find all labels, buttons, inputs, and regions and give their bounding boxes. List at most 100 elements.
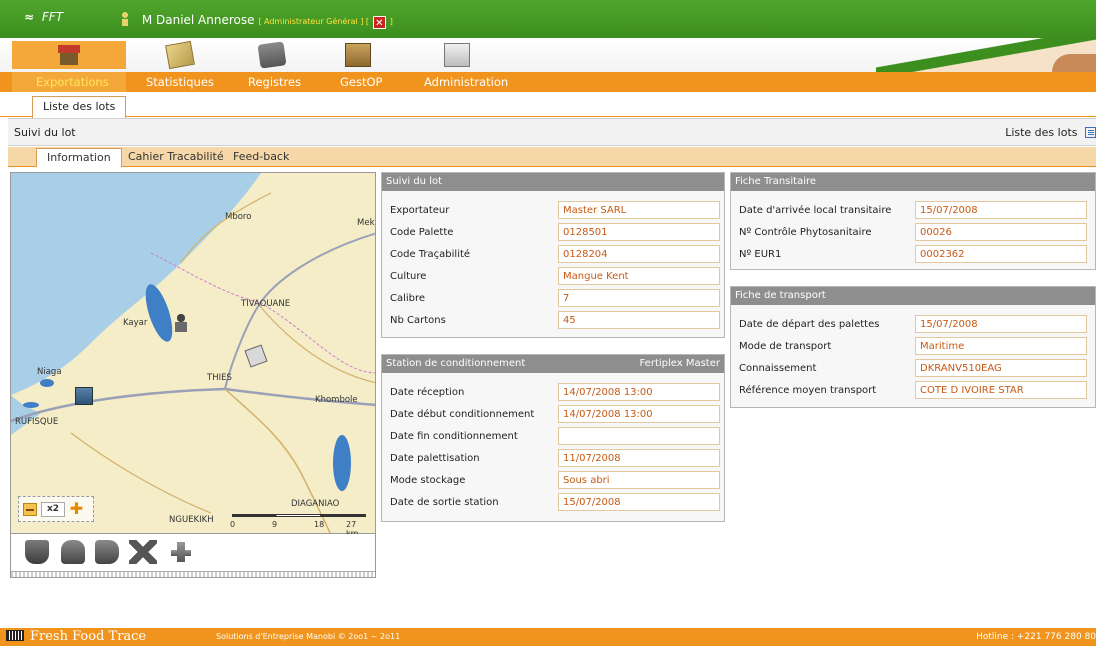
producer-marker-icon[interactable]: [171, 313, 191, 333]
module-gestop-icon-button[interactable]: [341, 41, 375, 69]
registers-icon: [257, 41, 287, 69]
panel-fiche-transitaire: Fiche Transitaire Date d'arrivée local t…: [730, 172, 1096, 270]
field-row: Date réception 14/07/2008 13:00: [390, 383, 732, 403]
field-value: 14/07/2008 13:00: [558, 405, 720, 423]
field-label: Culture: [390, 271, 427, 282]
field-value: 11/07/2008: [558, 449, 720, 467]
field-value: 15/07/2008: [915, 201, 1087, 219]
panel-station-title: Station de conditionnement: [386, 358, 526, 369]
app-logo[interactable]: ≈ FFT: [24, 10, 63, 24]
logout-close-icon[interactable]: ✕: [372, 16, 386, 29]
map-extent-tool-icon[interactable]: [129, 540, 157, 564]
module-statistiques-icon-button[interactable]: [163, 40, 197, 70]
map-canvas: [11, 173, 375, 533]
map-pan-tool-icon[interactable]: [25, 540, 49, 564]
module-administration-icon-button[interactable]: [440, 41, 474, 69]
map-toolbar-separator: [11, 571, 375, 577]
map-label-niaga: Niaga: [37, 367, 62, 377]
tab-cahier-tracabilite[interactable]: Cahier Tracabilité: [128, 150, 224, 163]
field-value: 15/07/2008: [915, 315, 1087, 333]
lot-list-link-label: Liste des lots: [1005, 126, 1078, 139]
field-label: Nº Contrôle Phytosanitaire: [739, 227, 872, 238]
user-role: [ Administrateur Général ] [: [258, 17, 370, 26]
field-value: 0002362: [915, 245, 1087, 263]
ocean-area: [11, 173, 261, 395]
map-zoom-out-tool-icon[interactable]: [95, 540, 119, 564]
field-row: Référence moyen transport COTE D IVOIRE …: [739, 381, 1096, 401]
field-value: Master SARL: [558, 201, 720, 219]
user-role-end: ]: [389, 17, 393, 26]
field-row: Date d'arrivée local transitaire 15/07/2…: [739, 201, 1096, 221]
statistics-icon: [165, 40, 195, 70]
field-label: Date d'arrivée local transitaire: [739, 205, 892, 216]
panel-transitaire-title: Fiche Transitaire: [731, 173, 1095, 191]
scale-tick: 0: [230, 520, 236, 529]
field-value: 15/07/2008: [558, 493, 720, 511]
field-label: Calibre: [390, 293, 426, 304]
map-view[interactable]: Mboro Mekl TIVAOUANE Kayar Niaga THIES R…: [10, 172, 376, 534]
scale-tick: 18: [314, 520, 325, 529]
field-row: Nº EUR1 0002362: [739, 245, 1096, 265]
app-name: FFT: [41, 10, 64, 24]
map-info-tool-icon[interactable]: [169, 540, 193, 564]
panel-suivi-du-lot: Suivi du lot Exportateur Master SARL Cod…: [381, 172, 725, 338]
user-info: M Daniel Annerose [ Administrateur Génér…: [120, 12, 393, 29]
field-label: Code Palette: [390, 227, 454, 238]
field-value: [558, 427, 720, 445]
map-label-thies: THIES: [207, 373, 232, 383]
field-label: Mode de transport: [739, 341, 832, 352]
lot-list-link[interactable]: Liste des lots: [1005, 126, 1096, 139]
field-value: 0128204: [558, 245, 720, 263]
zoom-in-button[interactable]: ✚: [69, 501, 84, 517]
field-value: COTE D IVOIRE STAR: [915, 381, 1087, 399]
field-value: Sous abri: [558, 471, 720, 489]
station-name: Fertiplex Master: [639, 358, 720, 369]
field-row: Date de sortie station 15/07/2008: [390, 493, 732, 513]
panel-station-header: Station de conditionnement Fertiplex Mas…: [382, 355, 724, 373]
menu-registres[interactable]: Registres: [248, 75, 301, 89]
lake-4: [23, 402, 39, 408]
field-value: 0128501: [558, 223, 720, 241]
field-row: Date fin conditionnement: [390, 427, 732, 447]
map-label-mboro: Mboro: [225, 212, 252, 222]
module-registres-icon-button[interactable]: [255, 41, 289, 69]
field-row: Culture Mangue Kent: [390, 267, 732, 287]
field-value: DKRANV510EAG: [915, 359, 1087, 377]
tab-liste-des-lots[interactable]: Liste des lots: [32, 96, 127, 118]
zoom-out-button[interactable]: [23, 503, 37, 516]
map-toolbar: [10, 534, 376, 578]
field-label: Date de départ des palettes: [739, 319, 880, 330]
port-marker-icon[interactable]: [75, 387, 93, 405]
field-label: Date réception: [390, 387, 465, 398]
footer-copyright: Solutions d'Entreprise Manobi © 2oo1 ~ 2…: [216, 632, 401, 641]
field-label: Exportateur: [390, 205, 450, 216]
module-icon-strip: [0, 38, 1096, 72]
menu-exportations[interactable]: Exportations: [36, 75, 109, 89]
zoom-level: x2: [41, 502, 65, 517]
gestop-icon: [345, 43, 371, 67]
map-label-kayar: Kayar: [123, 318, 148, 328]
menu-gestop[interactable]: GestOP: [340, 75, 382, 89]
menu-administration[interactable]: Administration: [424, 75, 508, 89]
field-row: Code Palette 0128501: [390, 223, 732, 243]
field-row: Mode de transport Maritime: [739, 337, 1096, 357]
road-main: [11, 387, 375, 423]
module-exportations-icon-button[interactable]: [12, 41, 126, 69]
menu-statistiques[interactable]: Statistiques: [146, 75, 214, 89]
footer-hotline: Hotline : +221 776 280 80: [976, 632, 1096, 642]
field-label: Référence moyen transport: [739, 385, 877, 396]
map-label-khombole: Khombole: [315, 395, 358, 405]
field-row: Nb Cartons 45: [390, 311, 732, 331]
field-value: 45: [558, 311, 720, 329]
detail-tabs: Information Cahier Tracabilité Feed-back: [8, 147, 1096, 167]
tab-information[interactable]: Information: [36, 148, 122, 167]
lake-2: [333, 435, 351, 491]
user-name: M Daniel Annerose: [141, 13, 255, 27]
field-row: Connaissement DKRANV510EAG: [739, 359, 1096, 379]
field-label: Code Traçabilité: [390, 249, 471, 260]
tab-feed-back[interactable]: Feed-back: [233, 150, 289, 163]
map-scale-bar: 0 9 18 27 km: [230, 512, 370, 538]
scale-tick: 9: [272, 520, 278, 529]
list-icon: [1085, 127, 1096, 138]
map-zoom-in-tool-icon[interactable]: [61, 540, 85, 564]
